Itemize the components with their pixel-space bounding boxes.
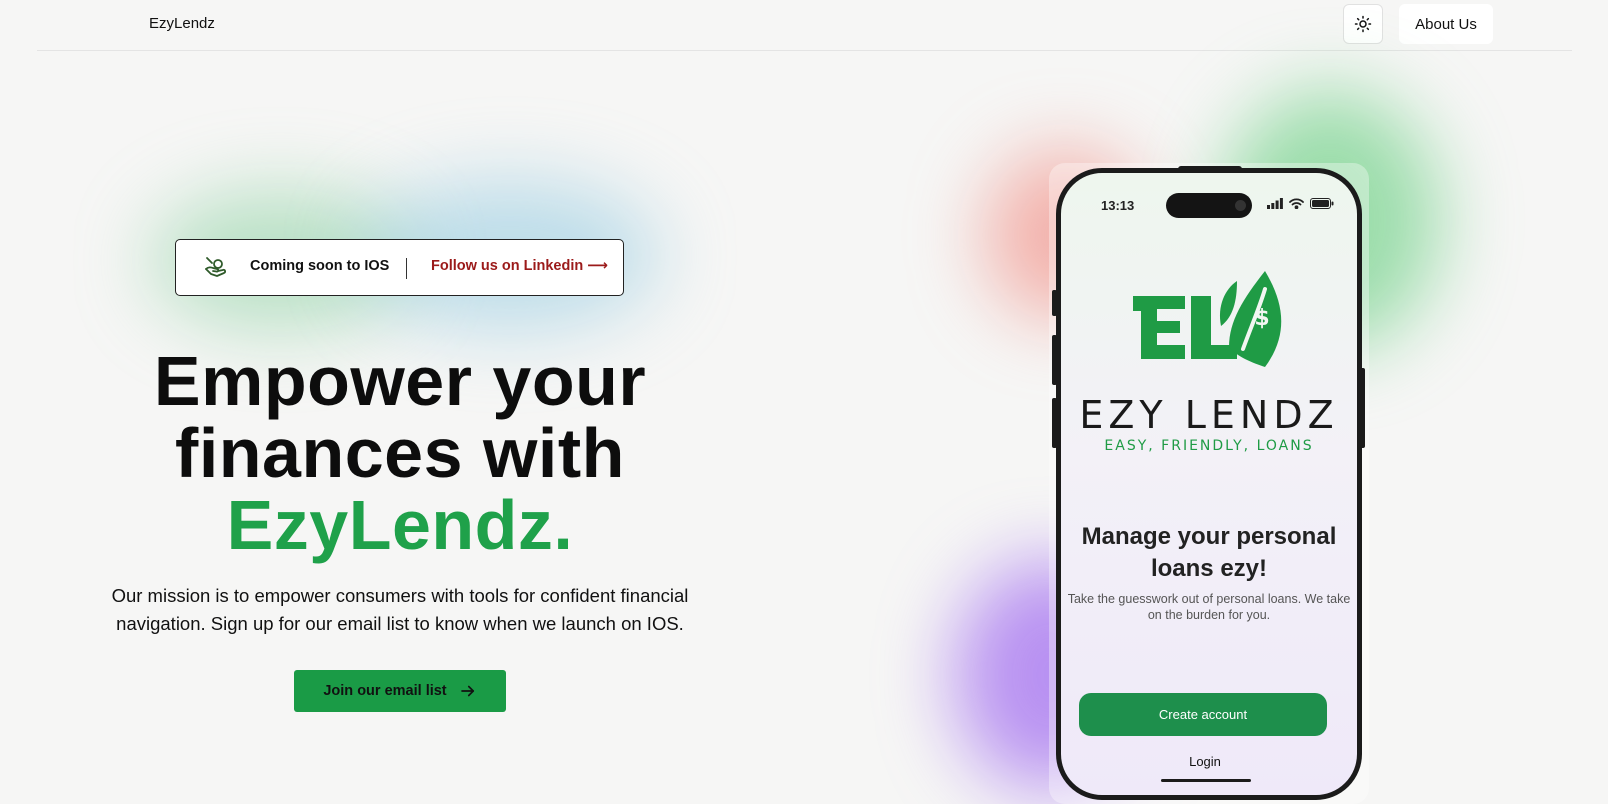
status-icons (1267, 198, 1334, 209)
hero-title: Empower your finances with EzyLendz. (80, 345, 720, 561)
brand-name[interactable]: EzyLendz (149, 15, 215, 32)
sun-icon (1354, 15, 1372, 33)
dynamic-island (1166, 193, 1252, 218)
svg-text:$: $ (1254, 306, 1269, 331)
arrow-right-icon (460, 685, 474, 697)
join-email-list-label: Join our email list (323, 683, 447, 699)
theme-toggle-button[interactable] (1343, 4, 1383, 44)
phone-mockup: 13:13 $ EZY LENDZ EASY, FRIENDLY, LOANS … (1056, 168, 1362, 800)
home-indicator (1161, 779, 1251, 782)
coming-soon-text: Coming soon to IOS (250, 258, 390, 274)
hero-title-line1: Empower your (153, 342, 647, 420)
logo-tagline: EASY, FRIENDLY, LOANS (1104, 438, 1314, 454)
ezylendz-logo: $ (1133, 271, 1282, 367)
create-account-button[interactable]: Create account (1079, 693, 1327, 736)
hero-subtitle: Our mission is to empower consumers with… (111, 585, 689, 634)
camera-icon (1235, 200, 1246, 211)
wifi-icon (1289, 198, 1304, 209)
hero-title-accent: EzyLendz. (226, 486, 574, 564)
badge-divider (406, 258, 407, 279)
linkedin-link[interactable]: Follow us on Linkedin ⟶ (431, 258, 608, 274)
login-link[interactable]: Login (1061, 754, 1349, 769)
battery-icon (1310, 198, 1334, 209)
arrow-long-right-icon: ⟶ (587, 258, 609, 274)
status-time: 13:13 (1101, 198, 1135, 213)
join-email-list-button[interactable]: Join our email list (294, 670, 506, 712)
app-headline: Manage your personal loans ezy! (1081, 523, 1337, 582)
app-subtext: Take the guesswork out of personal loans… (1067, 592, 1351, 622)
signal-icon (1267, 198, 1283, 209)
announcement-badge: Coming soon to IOS Follow us on Linkedin… (175, 239, 624, 296)
hero-title-line2: finances with (175, 414, 625, 492)
about-us-button[interactable]: About Us (1399, 4, 1493, 44)
top-navbar: EzyLendz About Us (37, 0, 1572, 51)
hand-money-icon (205, 257, 226, 277)
logo-wordmark: EZY LENDZ (1079, 393, 1339, 437)
